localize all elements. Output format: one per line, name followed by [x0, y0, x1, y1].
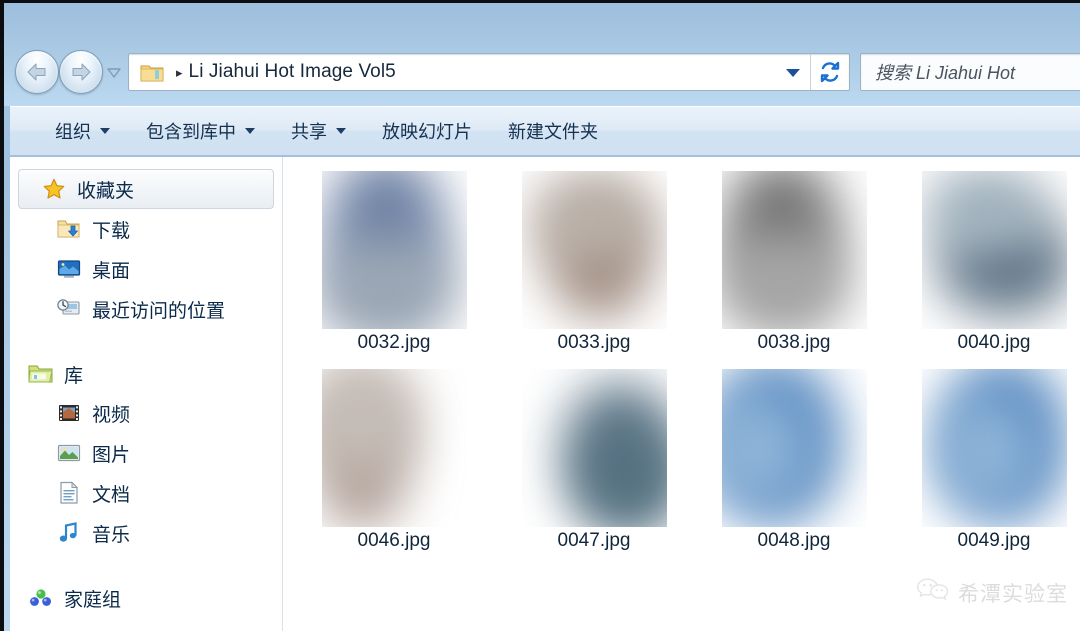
search-box[interactable]: 搜索 Li Jiahui Hot: [860, 53, 1080, 91]
toolbar-item-label: 放映幻灯片: [382, 122, 472, 142]
file-name: 0049.jpg: [957, 530, 1031, 551]
folder-icon: [140, 62, 164, 83]
breadcrumb-path: Li Jiahui Hot Image Vol5: [188, 61, 396, 82]
sidebar-item-downloads[interactable]: 下载: [10, 209, 282, 249]
toolbar-organize-button[interactable]: 组织: [40, 113, 125, 149]
chevron-down-icon: [107, 68, 121, 78]
command-bar: 组织 包含到库中 共享 放映幻灯片 新建文件夹: [10, 106, 1080, 156]
toolbar-item-label: 组织: [55, 122, 91, 142]
toolbar-new-folder-button[interactable]: 新建文件夹: [493, 113, 613, 149]
refresh-button[interactable]: [810, 54, 849, 90]
thumbnail-grid: 0032.jpg 0033.jpg 0038.jpg 0040.jpg 0046…: [294, 171, 1080, 567]
back-button[interactable]: [15, 50, 59, 94]
sidebar-item-music[interactable]: 音乐: [10, 513, 282, 553]
watermark-text: 希潭实验室: [958, 582, 1068, 606]
file-name: 0046.jpg: [357, 530, 431, 551]
file-name: 0038.jpg: [757, 332, 831, 353]
file-thumbnail: [321, 171, 467, 329]
sidebar-item-label: 最近访问的位置: [92, 300, 226, 322]
navigation-pane: 收藏夹 下载 桌面 最近访问的位置 库 视频 图片 文档 音乐 家庭组: [10, 157, 283, 631]
desktop-icon: [56, 256, 82, 282]
forward-arrow-icon: [72, 63, 91, 81]
file-thumbnail: [521, 369, 667, 527]
file-item[interactable]: 0049.jpg: [894, 369, 1080, 567]
sidebar-item-libraries[interactable]: 库: [10, 355, 282, 393]
explorer-body: 收藏夹 下载 桌面 最近访问的位置 库 视频 图片 文档 音乐 家庭组 0032…: [10, 157, 1080, 631]
search-placeholder: 搜索 Li Jiahui Hot: [875, 63, 1016, 83]
file-name: 0048.jpg: [757, 530, 831, 551]
address-dropdown-button[interactable]: [776, 54, 810, 90]
file-name: 0040.jpg: [957, 332, 1031, 353]
file-name: 0047.jpg: [557, 530, 631, 551]
history-dropdown-button[interactable]: [107, 66, 121, 78]
homegroup-icon: [28, 585, 54, 611]
nav-group-favorites: 收藏夹 下载 桌面 最近访问的位置: [10, 169, 282, 329]
chevron-down-icon: [245, 128, 255, 134]
star-icon: [41, 176, 67, 202]
back-arrow-icon: [27, 63, 46, 81]
sidebar-item-label: 家庭组: [64, 589, 122, 611]
sidebar-item-label: 文档: [92, 484, 131, 506]
file-item[interactable]: 0038.jpg: [694, 171, 894, 369]
sidebar-item-label: 音乐: [92, 524, 131, 546]
file-thumbnail: [721, 171, 867, 329]
file-name: 0033.jpg: [557, 332, 631, 353]
sidebar-item-label: 桌面: [92, 260, 131, 282]
sidebar-item-homegroup[interactable]: 家庭组: [10, 579, 282, 617]
file-name: 0032.jpg: [357, 332, 431, 353]
file-item[interactable]: 0040.jpg: [894, 171, 1080, 369]
file-list-pane[interactable]: 0032.jpg 0033.jpg 0038.jpg 0040.jpg 0046…: [283, 157, 1080, 631]
chevron-down-icon: [336, 128, 346, 134]
sidebar-item-favorites[interactable]: 收藏夹: [18, 169, 274, 209]
file-item[interactable]: 0048.jpg: [694, 369, 894, 567]
recent-places-icon: [56, 296, 82, 322]
file-thumbnail: [921, 171, 1067, 329]
music-icon: [56, 520, 82, 546]
library-icon: [28, 361, 54, 387]
refresh-icon: [820, 61, 840, 83]
forward-button[interactable]: [59, 50, 103, 94]
sidebar-item-label: 视频: [92, 404, 131, 426]
chevron-down-icon: [100, 128, 110, 134]
toolbar-slideshow-button[interactable]: 放映幻灯片: [367, 113, 487, 149]
file-item[interactable]: 0047.jpg: [494, 369, 694, 567]
navigation-row: ▸ Li Jiahui Hot Image Vol5 搜索 Li Jiahui …: [4, 47, 1080, 97]
toolbar-item-label: 新建文件夹: [508, 122, 598, 142]
watermark: 希潭实验室: [916, 577, 1068, 608]
sidebar-item-label: 库: [64, 365, 84, 387]
sidebar-item-videos[interactable]: 视频: [10, 393, 282, 433]
video-icon: [56, 400, 82, 426]
file-thumbnail: [721, 369, 867, 527]
toolbar-item-label: 包含到库中: [146, 122, 236, 142]
nav-group-libraries: 库 视频 图片 文档 音乐: [10, 355, 282, 553]
file-thumbnail: [321, 369, 467, 527]
sidebar-item-desktop[interactable]: 桌面: [10, 249, 282, 289]
file-thumbnail: [521, 171, 667, 329]
toolbar-include-in-library-button[interactable]: 包含到库中: [131, 113, 270, 149]
breadcrumb-separator: ▸: [176, 64, 183, 80]
toolbar-item-label: 共享: [291, 122, 327, 142]
wechat-icon: [916, 577, 950, 608]
sidebar-item-documents[interactable]: 文档: [10, 473, 282, 513]
pictures-icon: [56, 440, 82, 466]
sidebar-item-label: 下载: [92, 220, 131, 242]
nav-group-homegroup: 家庭组: [10, 579, 282, 617]
file-item[interactable]: 0033.jpg: [494, 171, 694, 369]
sidebar-item-pictures[interactable]: 图片: [10, 433, 282, 473]
documents-icon: [56, 480, 82, 506]
sidebar-item-label: 收藏夹: [77, 180, 135, 202]
file-item[interactable]: 0032.jpg: [294, 171, 494, 369]
file-thumbnail: [921, 369, 1067, 527]
sidebar-item-label: 图片: [92, 444, 131, 466]
chevron-down-icon: [786, 68, 800, 77]
toolbar-share-button[interactable]: 共享: [276, 113, 361, 149]
sidebar-item-recent-places[interactable]: 最近访问的位置: [10, 289, 282, 329]
address-bar[interactable]: ▸ Li Jiahui Hot Image Vol5: [128, 53, 850, 91]
explorer-window: ▸ Li Jiahui Hot Image Vol5 搜索 Li Jiahui …: [0, 0, 1080, 631]
download-folder-icon: [56, 216, 82, 242]
file-item[interactable]: 0046.jpg: [294, 369, 494, 567]
